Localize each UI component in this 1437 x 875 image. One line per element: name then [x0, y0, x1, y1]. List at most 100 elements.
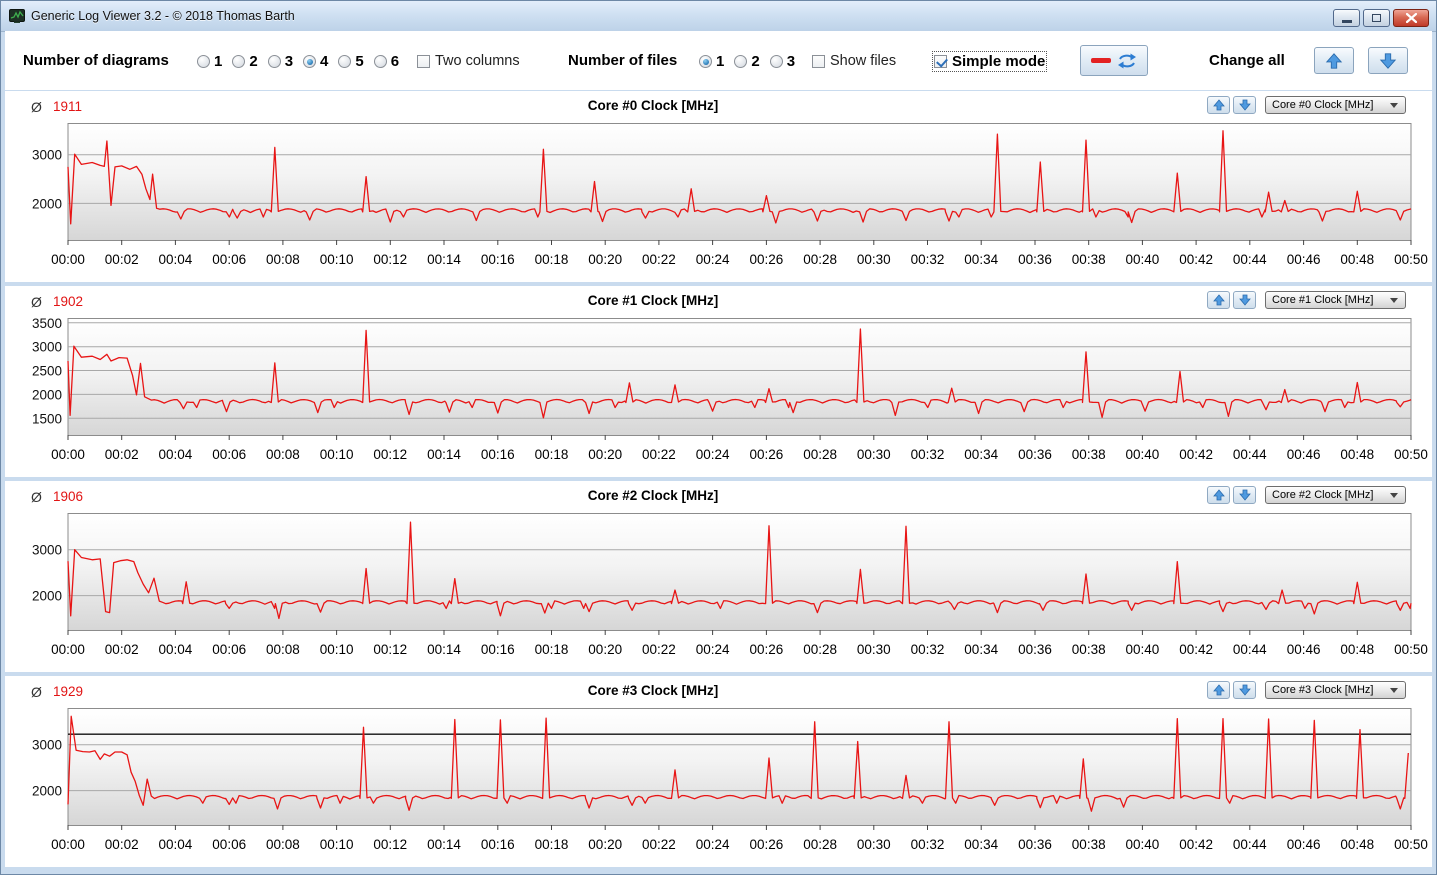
- svg-text:00:00: 00:00: [51, 252, 85, 267]
- svg-text:00:48: 00:48: [1340, 642, 1374, 657]
- restore-button[interactable]: [1363, 9, 1390, 27]
- svg-text:00:02: 00:02: [105, 642, 139, 657]
- svg-text:1500: 1500: [32, 411, 62, 426]
- checkbox-icon: [934, 55, 947, 68]
- arrow-down-icon: [1238, 294, 1251, 306]
- svg-text:00:10: 00:10: [320, 642, 354, 657]
- svg-text:00:22: 00:22: [642, 837, 676, 852]
- remove-refresh-button[interactable]: [1080, 45, 1148, 76]
- svg-text:00:10: 00:10: [320, 252, 354, 267]
- checkbox-icon: [812, 54, 825, 68]
- diagram-count-option-3[interactable]: 3: [267, 53, 293, 70]
- svg-text:00:44: 00:44: [1233, 837, 1267, 852]
- simple-mode-checkbox[interactable]: Simple mode: [931, 51, 1048, 72]
- change-all-label: Change all: [1209, 52, 1285, 69]
- radio-icon: [232, 55, 246, 68]
- diagram-count-option-4[interactable]: 4: [303, 53, 328, 70]
- diagram-count-option-5[interactable]: 5: [338, 53, 364, 70]
- move-chart-down-button[interactable]: [1233, 486, 1256, 504]
- chart-title: Core #3 Clock [MHz]: [587, 683, 719, 698]
- file-count-option-2[interactable]: 2: [734, 53, 760, 70]
- svg-text:00:18: 00:18: [535, 447, 569, 462]
- svg-text:00:36: 00:36: [1018, 837, 1052, 852]
- chart-header: Ø 1902 Core #1 Clock [MHz] Core #1 Clock…: [5, 286, 1432, 318]
- restore-icon: [1372, 14, 1381, 22]
- svg-text:00:06: 00:06: [212, 252, 246, 267]
- svg-text:00:14: 00:14: [427, 447, 461, 462]
- chart-title: Core #0 Clock [MHz]: [587, 98, 719, 113]
- move-chart-up-button[interactable]: [1207, 681, 1230, 699]
- chart-plot: 2000 3000 00:00 00:02 00:04 00:06 00:08 00:10 00…: [32, 708, 1428, 852]
- arrow-up-icon: [1212, 489, 1225, 501]
- radio-label: 3: [786, 53, 796, 70]
- svg-text:00:48: 00:48: [1340, 447, 1374, 462]
- svg-text:00:20: 00:20: [588, 837, 622, 852]
- chart-panel: Ø 1902 Core #1 Clock [MHz] Core #1 Clock…: [5, 286, 1432, 477]
- svg-text:00:30: 00:30: [857, 252, 891, 267]
- change-all-down-button[interactable]: [1368, 47, 1408, 74]
- move-chart-up-button[interactable]: [1207, 486, 1230, 504]
- move-chart-down-button[interactable]: [1233, 291, 1256, 309]
- metric-dropdown-value: Core #0 Clock [MHz]: [1272, 99, 1374, 111]
- diagram-count-option-6[interactable]: 6: [373, 53, 399, 70]
- svg-text:00:20: 00:20: [588, 447, 622, 462]
- chart-header: Ø 1906 Core #2 Clock [MHz] Core #2 Clock…: [5, 481, 1432, 513]
- change-all-up-button[interactable]: [1314, 47, 1354, 74]
- move-chart-up-button[interactable]: [1207, 291, 1230, 309]
- two-columns-checkbox[interactable]: Two columns: [417, 53, 520, 69]
- radio-label: 2: [751, 53, 760, 70]
- average-symbol: Ø: [31, 684, 42, 700]
- toolbar: Number of diagrams 1 2 3 4 5 6 Two columns Nu…: [5, 31, 1432, 91]
- move-chart-down-button[interactable]: [1233, 681, 1256, 699]
- svg-text:00:28: 00:28: [803, 642, 837, 657]
- move-chart-down-button[interactable]: [1233, 96, 1256, 114]
- arrow-up-icon: [1212, 99, 1225, 111]
- checkbox-icon: [417, 54, 430, 68]
- move-chart-up-button[interactable]: [1207, 96, 1230, 114]
- metric-dropdown[interactable]: Core #3 Clock [MHz]: [1265, 681, 1406, 699]
- svg-text:00:06: 00:06: [212, 447, 246, 462]
- metric-dropdown[interactable]: Core #2 Clock [MHz]: [1265, 486, 1406, 504]
- file-count-option-1[interactable]: 1: [699, 53, 724, 70]
- file-count-radiogroup: 1 2 3: [699, 53, 805, 73]
- svg-text:00:40: 00:40: [1126, 447, 1160, 462]
- arrow-up-icon: [1212, 294, 1225, 306]
- svg-text:00:50: 00:50: [1394, 447, 1428, 462]
- charts-area: Ø 1911 Core #0 Clock [MHz] Core #0 Clock…: [5, 90, 1432, 870]
- close-icon: [1405, 13, 1417, 23]
- svg-text:00:46: 00:46: [1287, 837, 1321, 852]
- svg-text:00:36: 00:36: [1018, 252, 1052, 267]
- chart-plot: 2000 3000 00:00 00:02 00:04 00:06 00:08 00:10 00…: [32, 513, 1428, 657]
- average-symbol: Ø: [31, 489, 42, 505]
- svg-text:00:44: 00:44: [1233, 252, 1267, 267]
- show-files-checkbox[interactable]: Show files: [812, 53, 896, 69]
- svg-text:00:12: 00:12: [373, 642, 407, 657]
- average-symbol: Ø: [31, 99, 42, 115]
- svg-text:00:28: 00:28: [803, 252, 837, 267]
- svg-text:00:16: 00:16: [481, 642, 515, 657]
- svg-text:00:04: 00:04: [159, 252, 193, 267]
- file-count-option-3[interactable]: 3: [769, 53, 796, 70]
- svg-text:00:04: 00:04: [159, 642, 193, 657]
- svg-text:00:30: 00:30: [857, 447, 891, 462]
- svg-text:00:32: 00:32: [911, 837, 945, 852]
- minimize-button[interactable]: [1333, 9, 1360, 27]
- radio-icon: [734, 55, 748, 68]
- metric-dropdown[interactable]: Core #0 Clock [MHz]: [1265, 96, 1406, 114]
- title-bar[interactable]: Generic Log Viewer 3.2 - © 2018 Thomas B…: [1, 1, 1436, 32]
- radio-label: 1: [214, 53, 223, 70]
- svg-text:00:40: 00:40: [1126, 252, 1160, 267]
- svg-text:00:16: 00:16: [481, 447, 515, 462]
- diagram-count-option-2[interactable]: 2: [232, 53, 258, 70]
- metric-dropdown-value: Core #2 Clock [MHz]: [1272, 489, 1374, 501]
- svg-text:00:16: 00:16: [481, 837, 515, 852]
- svg-text:00:50: 00:50: [1394, 252, 1428, 267]
- svg-text:2000: 2000: [32, 387, 62, 402]
- svg-text:00:34: 00:34: [964, 837, 998, 852]
- close-button[interactable]: [1393, 9, 1429, 27]
- svg-text:00:38: 00:38: [1072, 447, 1106, 462]
- radio-label: 5: [355, 53, 364, 70]
- metric-dropdown[interactable]: Core #1 Clock [MHz]: [1265, 291, 1406, 309]
- svg-text:3000: 3000: [32, 148, 62, 163]
- diagram-count-option-1[interactable]: 1: [197, 53, 222, 70]
